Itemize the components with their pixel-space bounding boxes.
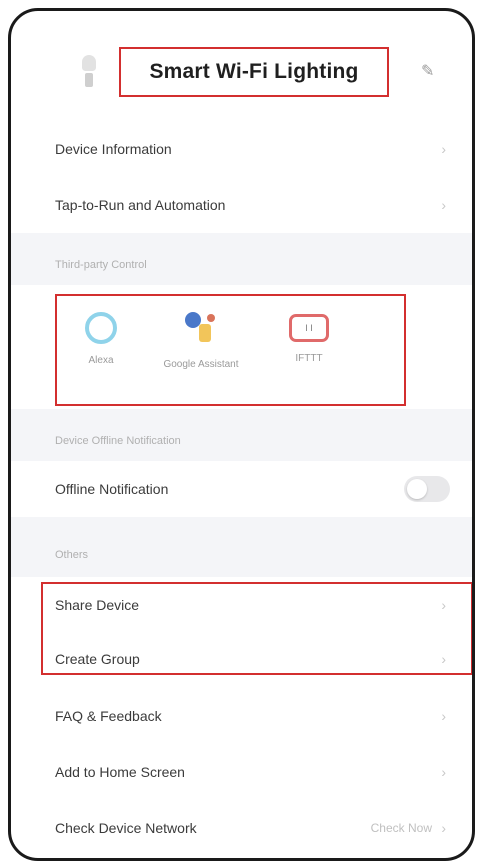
add-home-row[interactable]: Add to Home Screen ›: [11, 744, 472, 800]
section-divider: Device Offline Notification: [11, 409, 472, 461]
offline-section-label: Device Offline Notification: [55, 435, 181, 447]
integration-ifttt[interactable]: I I IFTTT: [269, 306, 349, 365]
others-highlight: [41, 582, 472, 675]
offline-notification-label: Offline Notification: [55, 481, 169, 497]
pencil-icon[interactable]: ✎: [421, 61, 434, 81]
integration-alexa[interactable]: Alexa: [61, 306, 141, 367]
check-network-value: Check Now: [370, 821, 432, 835]
section-divider: Third-party Control: [11, 233, 472, 285]
toggle-knob: [407, 479, 427, 499]
offline-notification-toggle[interactable]: [404, 476, 450, 502]
third-party-section-label: Third-party Control: [55, 259, 147, 271]
device-information-label: Device Information: [55, 141, 172, 157]
title-highlight: Smart Wi-Fi Lighting: [119, 47, 389, 97]
ifttt-icon: I I: [289, 314, 329, 342]
check-network-row[interactable]: Check Device Network Check Now ›: [11, 800, 472, 856]
chevron-right-icon: ›: [441, 141, 446, 157]
others-section-label: Others: [55, 549, 89, 561]
phone-frame: Smart Wi-Fi Lighting ✎ Device Informatio…: [8, 8, 475, 861]
device-information-row[interactable]: Device Information ›: [11, 121, 472, 177]
chevron-right-icon: ›: [441, 708, 446, 724]
header: Smart Wi-Fi Lighting ✎: [11, 11, 472, 121]
page-title: Smart Wi-Fi Lighting: [149, 60, 359, 83]
chevron-right-icon: ›: [441, 197, 446, 213]
chevron-right-icon: ›: [441, 820, 446, 836]
integration-google-assistant[interactable]: Google Assistant: [161, 306, 241, 371]
check-network-label: Check Device Network: [55, 820, 197, 836]
chevron-right-icon: ›: [441, 764, 446, 780]
faq-row[interactable]: FAQ & Feedback ›: [11, 688, 472, 744]
faq-label: FAQ & Feedback: [55, 708, 162, 724]
section-divider: Others: [11, 517, 472, 577]
google-assistant-icon: [181, 308, 221, 348]
tap-to-run-label: Tap-to-Run and Automation: [55, 197, 226, 213]
alexa-icon: [85, 312, 117, 344]
integration-label: IFTTT: [295, 353, 323, 364]
offline-notification-row: Offline Notification: [11, 461, 472, 517]
integration-label: Alexa: [88, 355, 114, 366]
tap-to-run-row[interactable]: Tap-to-Run and Automation ›: [11, 177, 472, 233]
bulb-icon: [77, 55, 101, 91]
integrations-highlight: Alexa Google Assistant I I IFTTT: [55, 294, 406, 406]
add-home-label: Add to Home Screen: [55, 764, 185, 780]
integration-label: Google Assistant: [163, 359, 239, 370]
